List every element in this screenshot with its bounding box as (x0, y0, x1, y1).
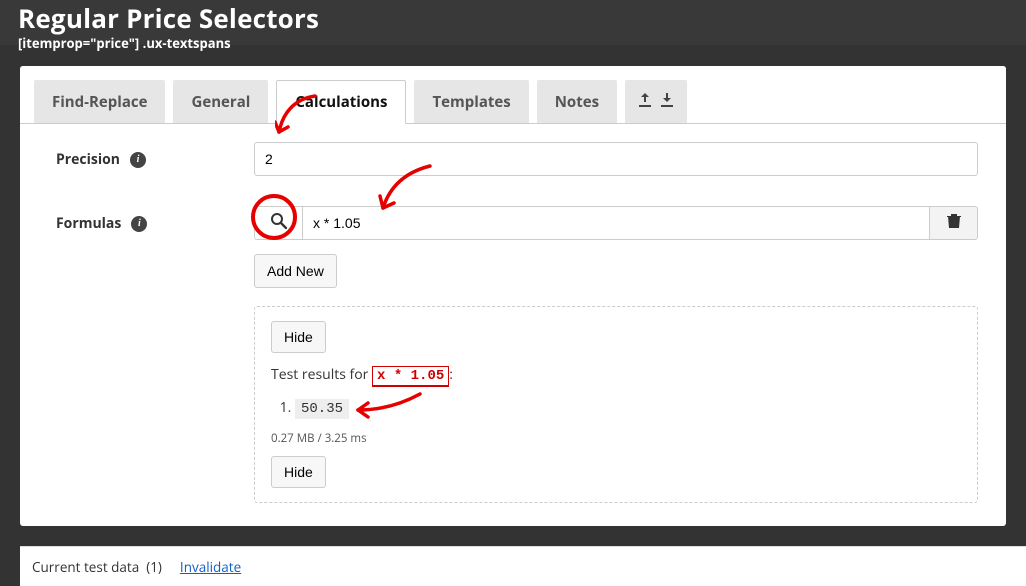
test-formula-button[interactable] (254, 206, 302, 240)
precision-label: Precision i (56, 142, 254, 169)
test-results-header: Test results for x * 1.05: (271, 365, 961, 384)
download-icon (661, 92, 673, 112)
delete-formula-button[interactable] (930, 206, 978, 240)
footer-bar: Current test data (1) Invalidate (20, 546, 1026, 586)
test-result-value: 50.35 (295, 399, 349, 419)
upload-icon (639, 92, 651, 112)
tab-notes[interactable]: Notes (537, 80, 617, 123)
formulas-label: Formulas i (56, 206, 254, 233)
test-results-box: Hide Test results for x * 1.05: 50.35 0.… (254, 306, 978, 503)
tab-templates[interactable]: Templates (414, 80, 528, 123)
calculations-panel: Find-Replace General Calculations Templa… (20, 66, 1006, 526)
formula-input[interactable] (302, 206, 930, 240)
test-stats: 0.27 MB / 3.25 ms (271, 431, 961, 446)
hide-results-button-bottom[interactable]: Hide (271, 456, 326, 488)
tab-import-export[interactable] (625, 80, 687, 123)
precision-input[interactable] (254, 142, 978, 176)
info-icon[interactable]: i (130, 152, 146, 168)
current-test-data-label: Current test data (1) (32, 558, 162, 576)
trash-icon (947, 212, 961, 234)
tab-general[interactable]: General (173, 80, 268, 123)
page-subtitle: [itemprop="price"] .ux-textspans (18, 34, 1008, 52)
highlighted-formula: x * 1.05 (372, 366, 449, 387)
add-formula-button[interactable]: Add New (254, 254, 337, 288)
tab-find-replace[interactable]: Find-Replace (34, 80, 165, 123)
hide-results-button-top[interactable]: Hide (271, 321, 326, 353)
page-header: Regular Price Selectors [itemprop="price… (0, 0, 1026, 58)
test-results-list: 50.35 (295, 398, 961, 417)
panel-tabs: Find-Replace General Calculations Templa… (20, 66, 1006, 123)
invalidate-link[interactable]: Invalidate (180, 558, 241, 576)
tab-calculations[interactable]: Calculations (276, 80, 406, 124)
info-icon[interactable]: i (131, 216, 147, 232)
search-icon (270, 212, 288, 235)
test-result-item: 50.35 (295, 398, 961, 417)
page-title: Regular Price Selectors (18, 0, 1008, 36)
